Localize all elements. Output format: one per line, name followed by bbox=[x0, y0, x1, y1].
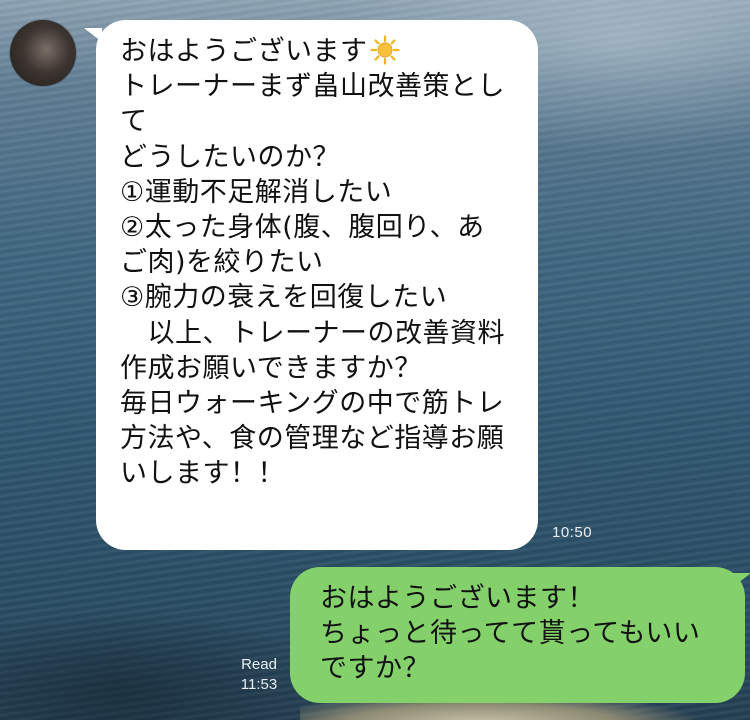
read-receipt: Read 11:53 bbox=[234, 655, 284, 695]
incoming-message-bubble[interactable]: おはようございます トレーナーまず畠山改善策とし て どうしたいのか？ ①運動不… bbox=[84, 20, 538, 550]
message-line: どうしたいのか？ bbox=[120, 141, 340, 173]
message-line: て bbox=[120, 106, 148, 138]
message-line: ②太った身体(腹、腹回り、あ bbox=[120, 212, 485, 244]
message-line: ご肉)を絞りたい bbox=[120, 247, 324, 279]
message-line: ちょっと待ってて貰ってもいい bbox=[320, 618, 701, 650]
read-label: Read bbox=[241, 656, 277, 673]
outgoing-message-time: 11:53 bbox=[240, 676, 278, 693]
message-line: ①運動不足解消したい bbox=[120, 176, 393, 208]
incoming-message-time: 10:50 bbox=[552, 524, 593, 541]
message-line: ③腕力の衰えを回復したい bbox=[120, 282, 448, 314]
message-line: 作成お願いできますか？ bbox=[120, 352, 422, 384]
message-line: 毎日ウォーキングの中で筋トレ bbox=[120, 388, 505, 420]
message-line: おはようございます bbox=[120, 34, 516, 69]
sender-avatar[interactable] bbox=[10, 20, 76, 86]
message-line: トレーナーまず畠山改善策とし bbox=[120, 71, 505, 103]
message-line: 方法や、食の管理など指導お願 bbox=[120, 423, 505, 455]
outgoing-message-bubble[interactable]: おはようございます！ ちょっと待ってて貰ってもいい ですか？ bbox=[290, 567, 750, 703]
message-line: いします！！ bbox=[120, 458, 285, 490]
message-line: ですか？ bbox=[320, 653, 430, 685]
sun-icon bbox=[369, 35, 400, 65]
message-line: おはようございます！ bbox=[320, 583, 595, 614]
message-line: 以上、トレーナーの改善資料 bbox=[120, 317, 505, 349]
